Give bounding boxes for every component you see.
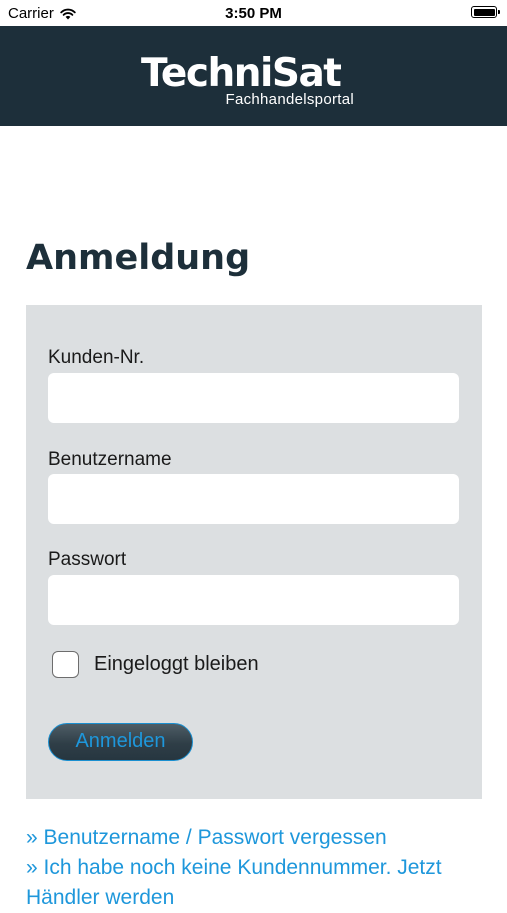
remember-me-checkbox[interactable] (52, 651, 79, 678)
password-input[interactable] (48, 575, 459, 625)
battery-icon (471, 6, 500, 18)
app-header: TechniSat Fachhandelsportal (0, 26, 507, 126)
logo-brand: TechniSat (141, 51, 342, 96)
username-label: Benutzername (48, 449, 172, 470)
page-title: Anmeldung (26, 238, 251, 278)
login-button[interactable]: Anmelden (48, 723, 193, 761)
technisat-logo: TechniSat Fachhandelsportal (141, 53, 356, 111)
username-input[interactable] (48, 474, 459, 524)
status-bar: Carrier 3:50 PM (0, 0, 507, 26)
status-time: 3:50 PM (225, 5, 282, 22)
become-dealer-link[interactable]: » Ich habe noch keine Kundennummer. Jetz… (26, 853, 476, 913)
customer-number-label: Kunden-Nr. (48, 347, 145, 368)
login-form: Kunden-Nr. Benutzername Passwort Eingelo… (26, 305, 482, 799)
forgot-credentials-link[interactable]: » Benutzername / Passwort vergessen (26, 823, 476, 853)
password-label: Passwort (48, 549, 127, 570)
remember-me-label[interactable]: Eingeloggt bleiben (94, 653, 259, 676)
logo-subtitle: Fachhandelsportal (225, 91, 354, 108)
remember-me-row[interactable]: Eingeloggt bleiben (52, 651, 259, 678)
customer-number-input[interactable] (48, 373, 459, 423)
